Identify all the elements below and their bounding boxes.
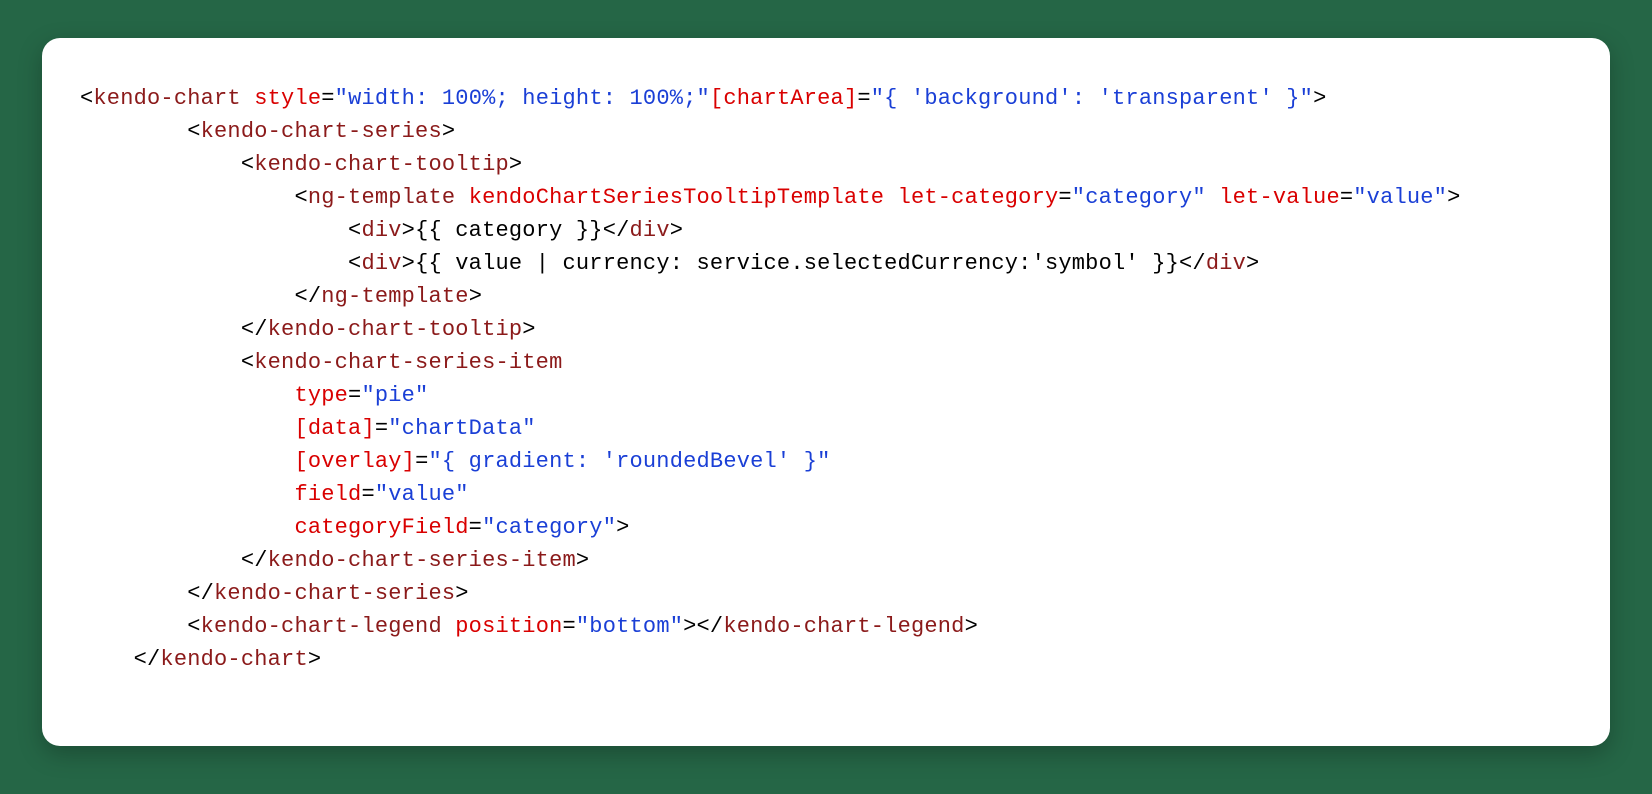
attr-value: "{ 'background': 'transparent' }" xyxy=(871,86,1313,111)
tag: kendo-chart-tooltip xyxy=(268,317,523,342)
tag: kendo-chart-series-item xyxy=(254,350,562,375)
attr: kendoChartSeriesTooltipTemplate xyxy=(469,185,884,210)
attr: let-category xyxy=(898,185,1059,210)
code-card: <kendo-chart style="width: 100%; height:… xyxy=(42,38,1610,746)
tag: kendo-chart-tooltip xyxy=(254,152,509,177)
attr-value: "value" xyxy=(375,482,469,507)
attr: field xyxy=(294,482,361,507)
attr: let-value xyxy=(1219,185,1340,210)
tag: kendo-chart xyxy=(93,86,240,111)
attr: style xyxy=(254,86,321,111)
attr-value: "chartData" xyxy=(388,416,535,441)
attr-value: "value" xyxy=(1353,185,1447,210)
tag: div xyxy=(361,251,401,276)
attr: [chartArea] xyxy=(710,86,857,111)
tag: div xyxy=(361,218,401,243)
template-expression: {{ category }} xyxy=(415,218,603,243)
attr: [overlay] xyxy=(294,449,415,474)
code-block: <kendo-chart style="width: 100%; height:… xyxy=(80,82,1572,676)
attr: [data] xyxy=(294,416,374,441)
attr: type xyxy=(294,383,348,408)
attr-value: "pie" xyxy=(361,383,428,408)
attr-value: "{ gradient: 'roundedBevel' }" xyxy=(428,449,830,474)
attr: position xyxy=(455,614,562,639)
template-expression: {{ value | currency: service.selectedCur… xyxy=(415,251,1179,276)
tag: ng-template xyxy=(321,284,468,309)
attr-value: "category" xyxy=(482,515,616,540)
tag: kendo-chart-series xyxy=(201,119,442,144)
attr-value: "width: 100%; height: 100%;" xyxy=(335,86,710,111)
tag: ng-template xyxy=(308,185,455,210)
tag: div xyxy=(1206,251,1246,276)
attr: categoryField xyxy=(294,515,468,540)
tag: kendo-chart-series xyxy=(214,581,455,606)
tag: kendo-chart-series-item xyxy=(268,548,576,573)
attr-value: "category" xyxy=(1072,185,1206,210)
tag: kendo-chart-legend xyxy=(201,614,442,639)
tag: kendo-chart-legend xyxy=(723,614,964,639)
tag: kendo-chart xyxy=(160,647,307,672)
tag: div xyxy=(630,218,670,243)
attr-value: "bottom" xyxy=(576,614,683,639)
